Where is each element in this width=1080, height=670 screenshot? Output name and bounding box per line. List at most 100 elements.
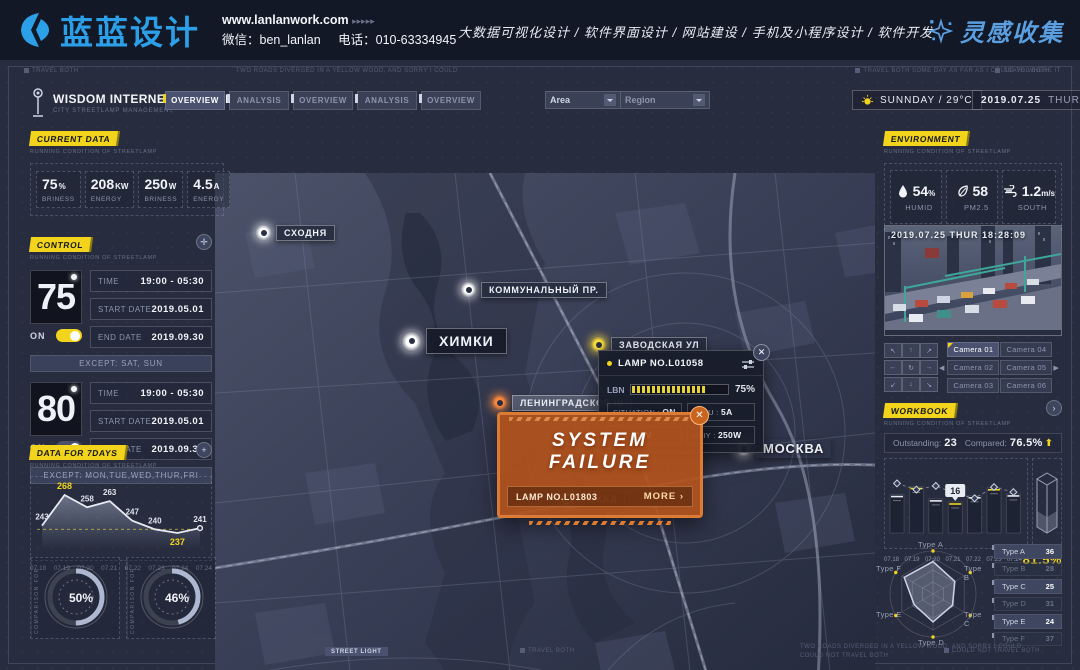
pm25-stat: 58 PM2.5 bbox=[946, 170, 998, 224]
line-chart: 243268258263247240237241 bbox=[33, 479, 209, 553]
arrows-decoration: ▸▸▸▸▸ bbox=[352, 16, 375, 26]
region-select[interactable]: Region bbox=[620, 91, 710, 109]
power-toggle[interactable] bbox=[56, 329, 82, 342]
area-select[interactable]: Area bbox=[545, 91, 621, 109]
lamp-pin-icon bbox=[255, 224, 272, 241]
type-c-row[interactable]: Type C25 bbox=[994, 579, 1062, 594]
system-failure-popup: ✕ SYSTEM FAILURE LAMP NO.L01803 MORE › bbox=[497, 412, 703, 518]
camera-next-icon[interactable]: ▶ bbox=[1053, 364, 1058, 372]
camera-prev-icon[interactable]: ◀ bbox=[939, 364, 944, 372]
radar-widget: Type A Type B Type C Type D Type E Type … bbox=[880, 538, 986, 650]
wind-icon bbox=[1003, 185, 1018, 197]
start-date-row[interactable]: START DATE2019.05.01 bbox=[90, 410, 212, 432]
svg-text:240: 240 bbox=[148, 516, 162, 525]
time-row[interactable]: TIME19:00 - 05:30 bbox=[90, 382, 212, 404]
camera-01-button[interactable]: Camera 01 bbox=[947, 342, 999, 357]
svg-text:243: 243 bbox=[35, 513, 49, 522]
phone-number: 电话：010-63334945 bbox=[338, 33, 456, 47]
end-date-row[interactable]: END DATE2019.09.30 bbox=[90, 326, 212, 348]
stat-energy-a: 4.5A ENERGY bbox=[187, 171, 230, 208]
lamp-pin-icon bbox=[401, 331, 422, 352]
current-data-panel: CURRENT DATA RUNNING CONDITION OF STREET… bbox=[30, 128, 224, 216]
panel-subtitle: RUNNING CONDITION OF STREETLAMP bbox=[884, 149, 1062, 155]
street-light-badge: STREET LIGHT bbox=[325, 647, 388, 656]
expand-button[interactable]: + bbox=[196, 442, 212, 458]
lamp-id: LAMP NO.L01058 bbox=[618, 358, 704, 369]
gauge-value: 50% bbox=[69, 591, 93, 605]
dashboard: TRAVEL BOTH TWO ROADS DIVERGED IN A YELL… bbox=[0, 60, 1080, 670]
type-b-row[interactable]: Type B28 bbox=[994, 562, 1062, 577]
type-list: Type A36 Type B28 Type C25 Type D31 Type… bbox=[994, 544, 1062, 650]
weather-chip: SUNNDAY / 29°C bbox=[852, 90, 982, 110]
close-icon[interactable]: ✕ bbox=[690, 406, 709, 425]
tab-analysis-1[interactable]: ANALYSIS bbox=[229, 91, 289, 110]
chevron-down-icon bbox=[604, 94, 616, 106]
more-button[interactable]: MORE › bbox=[644, 491, 684, 502]
gauge-value: 46% bbox=[165, 591, 189, 605]
workbook-stats: Outstanding:23 Compared:76.5% ⬆ bbox=[884, 433, 1062, 453]
inspiration-collect[interactable]: 灵感收集 bbox=[928, 13, 1064, 48]
pad-up-right-button[interactable]: ↗ bbox=[920, 343, 938, 358]
lamp-pin-icon bbox=[460, 281, 477, 298]
camera-04-button[interactable]: Camera 04 bbox=[1000, 342, 1052, 357]
pad-down-button[interactable]: ↓ bbox=[902, 377, 920, 392]
tab-overview-3[interactable]: OVERVIEW bbox=[421, 91, 481, 110]
tab-analysis-2[interactable]: ANALYSIS bbox=[357, 91, 417, 110]
lanlan-logo-icon bbox=[14, 10, 54, 50]
type-a-row[interactable]: Type A36 bbox=[994, 544, 1062, 559]
lbn-label: LBN bbox=[607, 385, 624, 395]
close-icon[interactable]: ✕ bbox=[753, 344, 770, 361]
on-label: ON bbox=[30, 331, 46, 341]
lamp-dot-icon bbox=[71, 386, 77, 392]
camera-pad: ↖ ↑ ↗ ← ↻ → ↙ ↓ ↘ bbox=[884, 343, 936, 392]
pad-right-button[interactable]: → bbox=[920, 360, 938, 375]
camera-03-button[interactable]: Camera 03 bbox=[947, 378, 999, 393]
wechat-id: 微信：ben_lanlan bbox=[222, 33, 321, 47]
type-analysis-panel: Type A Type B Type C Type D Type E Type … bbox=[880, 538, 1062, 650]
camera-02-button[interactable]: Camera 02 bbox=[947, 360, 999, 375]
panel-subtitle: RUNNING CONDITION OF STREETLAMP bbox=[30, 255, 157, 261]
pad-down-right-button[interactable]: ↘ bbox=[920, 377, 938, 392]
pad-down-left-button[interactable]: ↙ bbox=[884, 377, 902, 392]
start-date-row[interactable]: START DATE2019.05.01 bbox=[90, 298, 212, 320]
lbn-value: 75% bbox=[735, 384, 755, 395]
chevron-down-icon bbox=[693, 94, 705, 106]
environment-panel: ENVIRONMENT RUNNING CONDITION OF STREETL… bbox=[884, 128, 1062, 231]
svg-text:16: 16 bbox=[950, 486, 960, 496]
tab-bar: OVERVIEW ANALYSIS OVERVIEW ANALYSIS OVER… bbox=[165, 91, 485, 110]
decor-text: TRAVEL BOTH bbox=[24, 68, 79, 74]
pad-up-button[interactable]: ↑ bbox=[902, 343, 920, 358]
pad-left-button[interactable]: ← bbox=[884, 360, 902, 375]
time-row[interactable]: TIME19:00 - 05:30 bbox=[90, 270, 212, 292]
decor-text: COULD NOT TRAVEL BOTH bbox=[800, 653, 888, 659]
contact-block: www.lanlanwork.com ▸▸▸▸▸ 微信：ben_lanlan 电… bbox=[222, 11, 456, 50]
panel-subtitle: RUNNING CONDITION OF STREETLAMP bbox=[30, 149, 224, 155]
pad-refresh-button[interactable]: ↻ bbox=[902, 360, 920, 375]
expand-button[interactable]: › bbox=[1046, 400, 1062, 416]
pad-up-left-button[interactable]: ↖ bbox=[884, 343, 902, 358]
map-label-khimki[interactable]: ХИМКИ bbox=[401, 328, 507, 354]
top-banner: 蓝蓝设计 www.lanlanwork.com ▸▸▸▸▸ 微信：ben_lan… bbox=[0, 0, 1080, 60]
panel-badge: DATA FOR 7DAYS bbox=[29, 445, 128, 460]
map-label-shodnya[interactable]: СХОДНЯ bbox=[255, 224, 335, 241]
camera-view[interactable]: 2019.07.25 THUR 18:28:09 bbox=[884, 225, 1062, 336]
pan-button[interactable]: ✛ bbox=[196, 234, 212, 250]
panel-badge: WORKBOOK bbox=[883, 403, 958, 418]
svg-text:241: 241 bbox=[193, 515, 207, 524]
services-list: 大数据可视化设计 / 软件界面设计 / 网站建设 / 手机及小程序设计 / 软件… bbox=[458, 22, 933, 41]
camera-05-button[interactable]: Camera 05 bbox=[1000, 360, 1052, 375]
svg-text:258: 258 bbox=[80, 494, 94, 503]
type-e-row[interactable]: Type E24 bbox=[994, 614, 1062, 629]
tab-overview-1[interactable]: OVERVIEW bbox=[165, 91, 225, 110]
website-link[interactable]: www.lanlanwork.com bbox=[222, 13, 349, 27]
camera-06-button[interactable]: Camera 06 bbox=[1000, 378, 1052, 393]
map-label-kommunalny[interactable]: КОММУНАЛЬНЫЙ ПР. bbox=[460, 281, 607, 298]
panel-subtitle: RUNNING CONDITION OF STREETLAMP bbox=[30, 463, 157, 469]
tab-overview-2[interactable]: OVERVIEW bbox=[293, 91, 353, 110]
weekday-value: THUR bbox=[1048, 95, 1080, 106]
failure-lamp-id: LAMP NO.L01803 bbox=[516, 492, 597, 502]
decor-text: TRAVEL BOTH bbox=[520, 648, 575, 654]
stat-briness-pct: 75% BRINESS bbox=[36, 171, 81, 208]
camera-list: Camera 01 Camera 04 Camera 02 Camera 05 … bbox=[947, 342, 1050, 393]
type-d-row[interactable]: Type D31 bbox=[994, 597, 1062, 612]
